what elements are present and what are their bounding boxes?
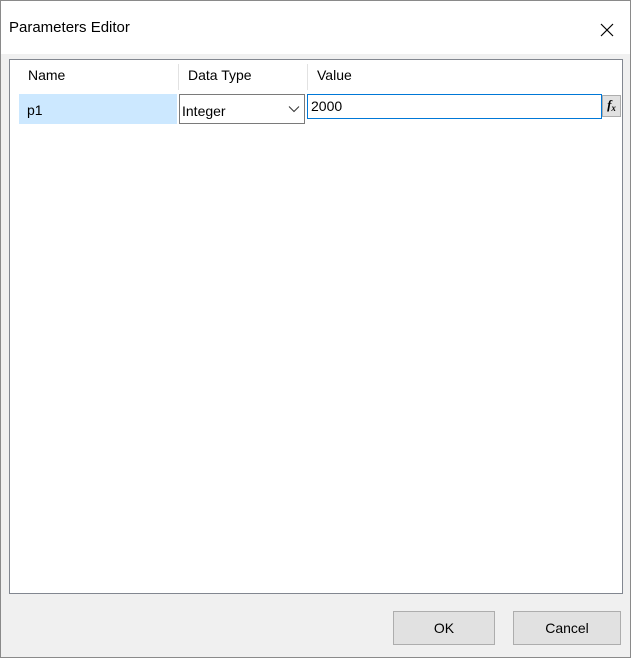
table-row[interactable]: p1 Integer fx bbox=[10, 94, 622, 124]
close-icon bbox=[600, 23, 614, 37]
column-header-name[interactable]: Name bbox=[28, 60, 65, 90]
title-bar: Parameters Editor bbox=[1, 1, 630, 54]
ok-button[interactable]: OK bbox=[393, 611, 495, 645]
value-input[interactable] bbox=[307, 94, 602, 119]
data-type-dropdown[interactable]: Integer bbox=[179, 94, 305, 124]
cancel-button[interactable]: Cancel bbox=[513, 611, 621, 645]
close-button[interactable] bbox=[584, 10, 630, 50]
grid-header: Name Data Type Value bbox=[10, 60, 622, 90]
data-type-selected-value: Integer bbox=[182, 103, 226, 119]
column-separator[interactable] bbox=[178, 64, 179, 90]
expression-button[interactable]: fx bbox=[602, 95, 621, 117]
column-header-data-type[interactable]: Data Type bbox=[188, 60, 252, 90]
column-header-value[interactable]: Value bbox=[317, 60, 352, 90]
parameter-name: p1 bbox=[27, 102, 43, 118]
parameters-grid: Name Data Type Value p1 Integer fx bbox=[9, 59, 623, 594]
parameters-editor-dialog: Parameters Editor Name Data Type Value p… bbox=[0, 0, 631, 658]
dialog-title: Parameters Editor bbox=[9, 19, 130, 36]
function-icon: fx bbox=[607, 96, 616, 113]
column-separator[interactable] bbox=[307, 64, 308, 90]
name-cell[interactable]: p1 bbox=[19, 94, 177, 124]
chevron-down-icon bbox=[288, 106, 300, 113]
